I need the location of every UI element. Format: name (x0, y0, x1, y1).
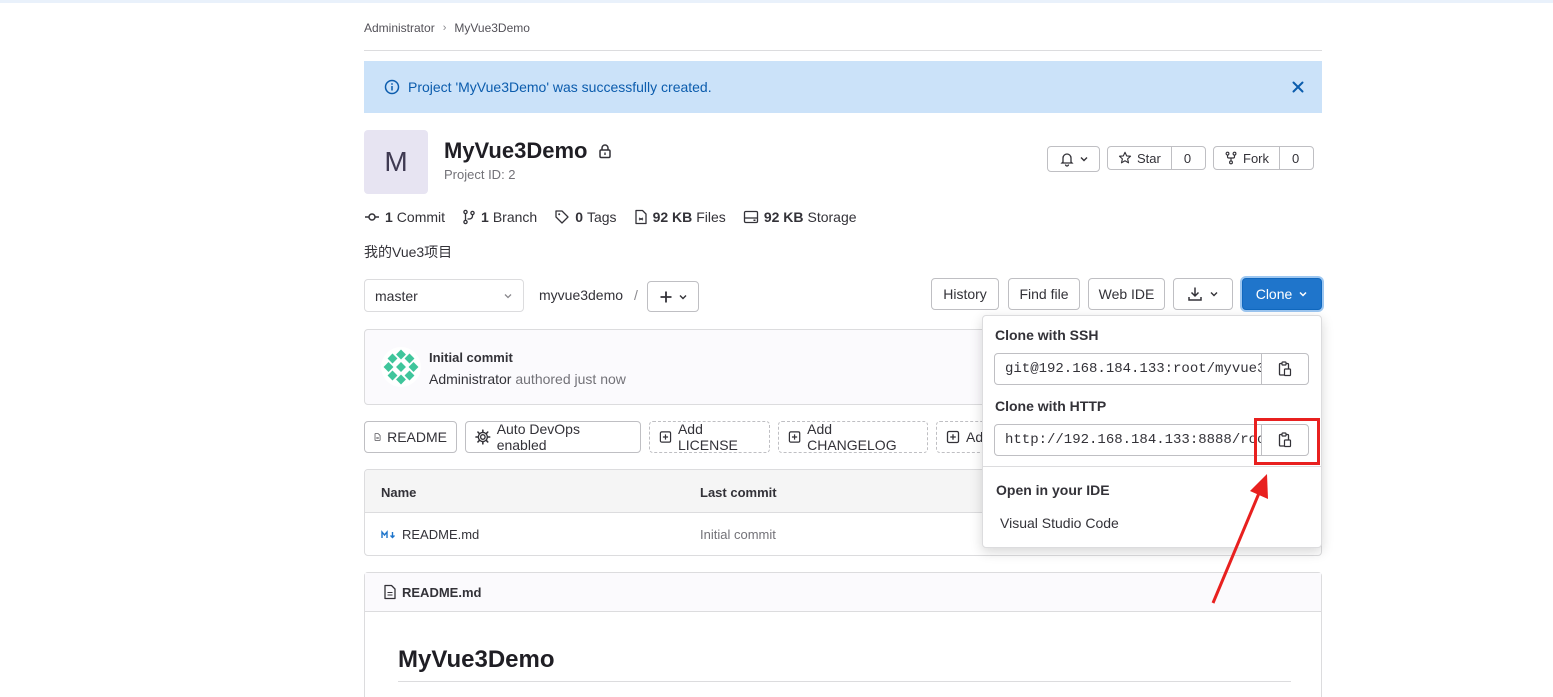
open-in-vscode-item[interactable]: Visual Studio Code (1000, 515, 1119, 531)
readme-header: README.md (365, 573, 1321, 612)
stat-storage[interactable]: 92 KB Storage (743, 209, 857, 225)
markdown-icon (381, 529, 395, 538)
fork-button[interactable]: Fork (1214, 147, 1279, 169)
chevron-down-icon (1210, 292, 1218, 297)
ssh-url-field[interactable]: git@192.168.184.133:root/myvue3demo.git (994, 353, 1262, 385)
annotation-highlight-box (1254, 418, 1320, 465)
project-stats: 1 Commit 1 Branch 0 Tags 92 KB Files 92 … (364, 209, 874, 225)
breadcrumb-parent[interactable]: Administrator (364, 21, 435, 35)
column-last-commit: Last commit (700, 485, 777, 500)
stat-commits[interactable]: 1 Commit (364, 209, 445, 225)
file-icon (374, 433, 381, 441)
http-label: Clone with HTTP (995, 398, 1107, 414)
file-last-commit[interactable]: Initial commit (700, 527, 776, 542)
plus-square-icon (659, 431, 672, 443)
file-name[interactable]: README.md (402, 527, 479, 542)
stat-files[interactable]: 92 KB Files (634, 209, 726, 225)
success-alert: Project 'MyVue3Demo' was successfully cr… (364, 61, 1322, 113)
tag-icon (555, 210, 569, 224)
file-icon (384, 584, 396, 600)
chevron-down-icon (1299, 291, 1307, 297)
gear-icon (475, 429, 491, 445)
star-counter: Star 0 (1107, 146, 1206, 170)
fork-counter: Fork 0 (1213, 146, 1314, 170)
lock-icon (599, 144, 612, 159)
readme-chip[interactable]: README (364, 421, 457, 453)
commit-meta: Administrator authored just now (429, 371, 626, 387)
divider (983, 466, 1321, 467)
star-button[interactable]: Star (1108, 147, 1171, 169)
alert-message: Project 'MyVue3Demo' was successfully cr… (408, 79, 712, 95)
add-changelog-chip[interactable]: Add CHANGELOG (778, 421, 928, 453)
ide-label: Open in your IDE (996, 482, 1110, 498)
chevron-down-icon (679, 294, 686, 299)
info-icon (384, 79, 400, 95)
project-title: MyVue3Demo (444, 138, 613, 164)
commit-title[interactable]: Initial commit (429, 350, 513, 365)
project-name: MyVue3Demo (444, 138, 588, 163)
divider (398, 681, 1291, 682)
chevron-right-icon: › (442, 22, 447, 34)
auto-devops-chip[interactable]: Auto DevOps enabled (465, 421, 641, 453)
table-row[interactable]: README.md (381, 527, 479, 542)
author-avatar[interactable] (381, 347, 421, 387)
fork-count[interactable]: 0 (1279, 147, 1311, 169)
column-name: Name (381, 485, 417, 500)
plus-square-icon (788, 431, 801, 443)
storage-icon (743, 210, 758, 224)
project-avatar: M (364, 130, 428, 194)
fork-icon (1225, 151, 1237, 165)
clipboard-icon (1278, 361, 1292, 377)
chevron-down-icon (504, 293, 512, 298)
web-ide-button[interactable]: Web IDE (1088, 278, 1165, 310)
breadcrumb: Administrator › MyVue3Demo (364, 20, 530, 36)
plus-icon (660, 291, 671, 302)
plus-square-icon (946, 430, 960, 444)
clone-button[interactable]: Clone (1242, 278, 1322, 310)
stat-tags[interactable]: 0 Tags (554, 209, 617, 225)
http-url-field[interactable]: http://192.168.184.133:8888/root/myvue3d… (994, 424, 1262, 456)
divider (364, 50, 1322, 51)
branch-icon (463, 209, 475, 225)
history-button[interactable]: History (931, 278, 999, 310)
chevron-down-icon (1080, 157, 1087, 162)
copy-ssh-button[interactable] (1261, 353, 1309, 385)
stat-branches[interactable]: 1 Branch (462, 209, 537, 225)
star-count[interactable]: 0 (1170, 147, 1203, 169)
readme-panel: README.md MyVue3Demo (364, 572, 1322, 697)
commit-icon (365, 213, 379, 221)
commit-author[interactable]: Administrator (429, 371, 511, 387)
branch-select[interactable]: master (364, 279, 524, 312)
file-icon (634, 209, 647, 225)
add-license-chip[interactable]: Add LICENSE (649, 421, 770, 453)
find-file-button[interactable]: Find file (1008, 278, 1080, 310)
close-icon[interactable] (1290, 79, 1306, 95)
download-icon (1188, 287, 1202, 301)
project-id: Project ID: 2 (444, 167, 516, 182)
path-separator: / (634, 287, 638, 303)
download-button[interactable] (1173, 278, 1233, 310)
readme-heading: MyVue3Demo (398, 646, 555, 673)
star-icon (1118, 151, 1132, 164)
bell-icon (1059, 153, 1074, 167)
repo-path[interactable]: myvue3demo (539, 287, 623, 303)
project-description: 我的Vue3项目 (364, 244, 453, 260)
breadcrumb-current[interactable]: MyVue3Demo (454, 21, 530, 35)
ssh-label: Clone with SSH (995, 327, 1099, 343)
notification-button[interactable] (1047, 146, 1100, 172)
add-file-button[interactable] (647, 281, 699, 312)
